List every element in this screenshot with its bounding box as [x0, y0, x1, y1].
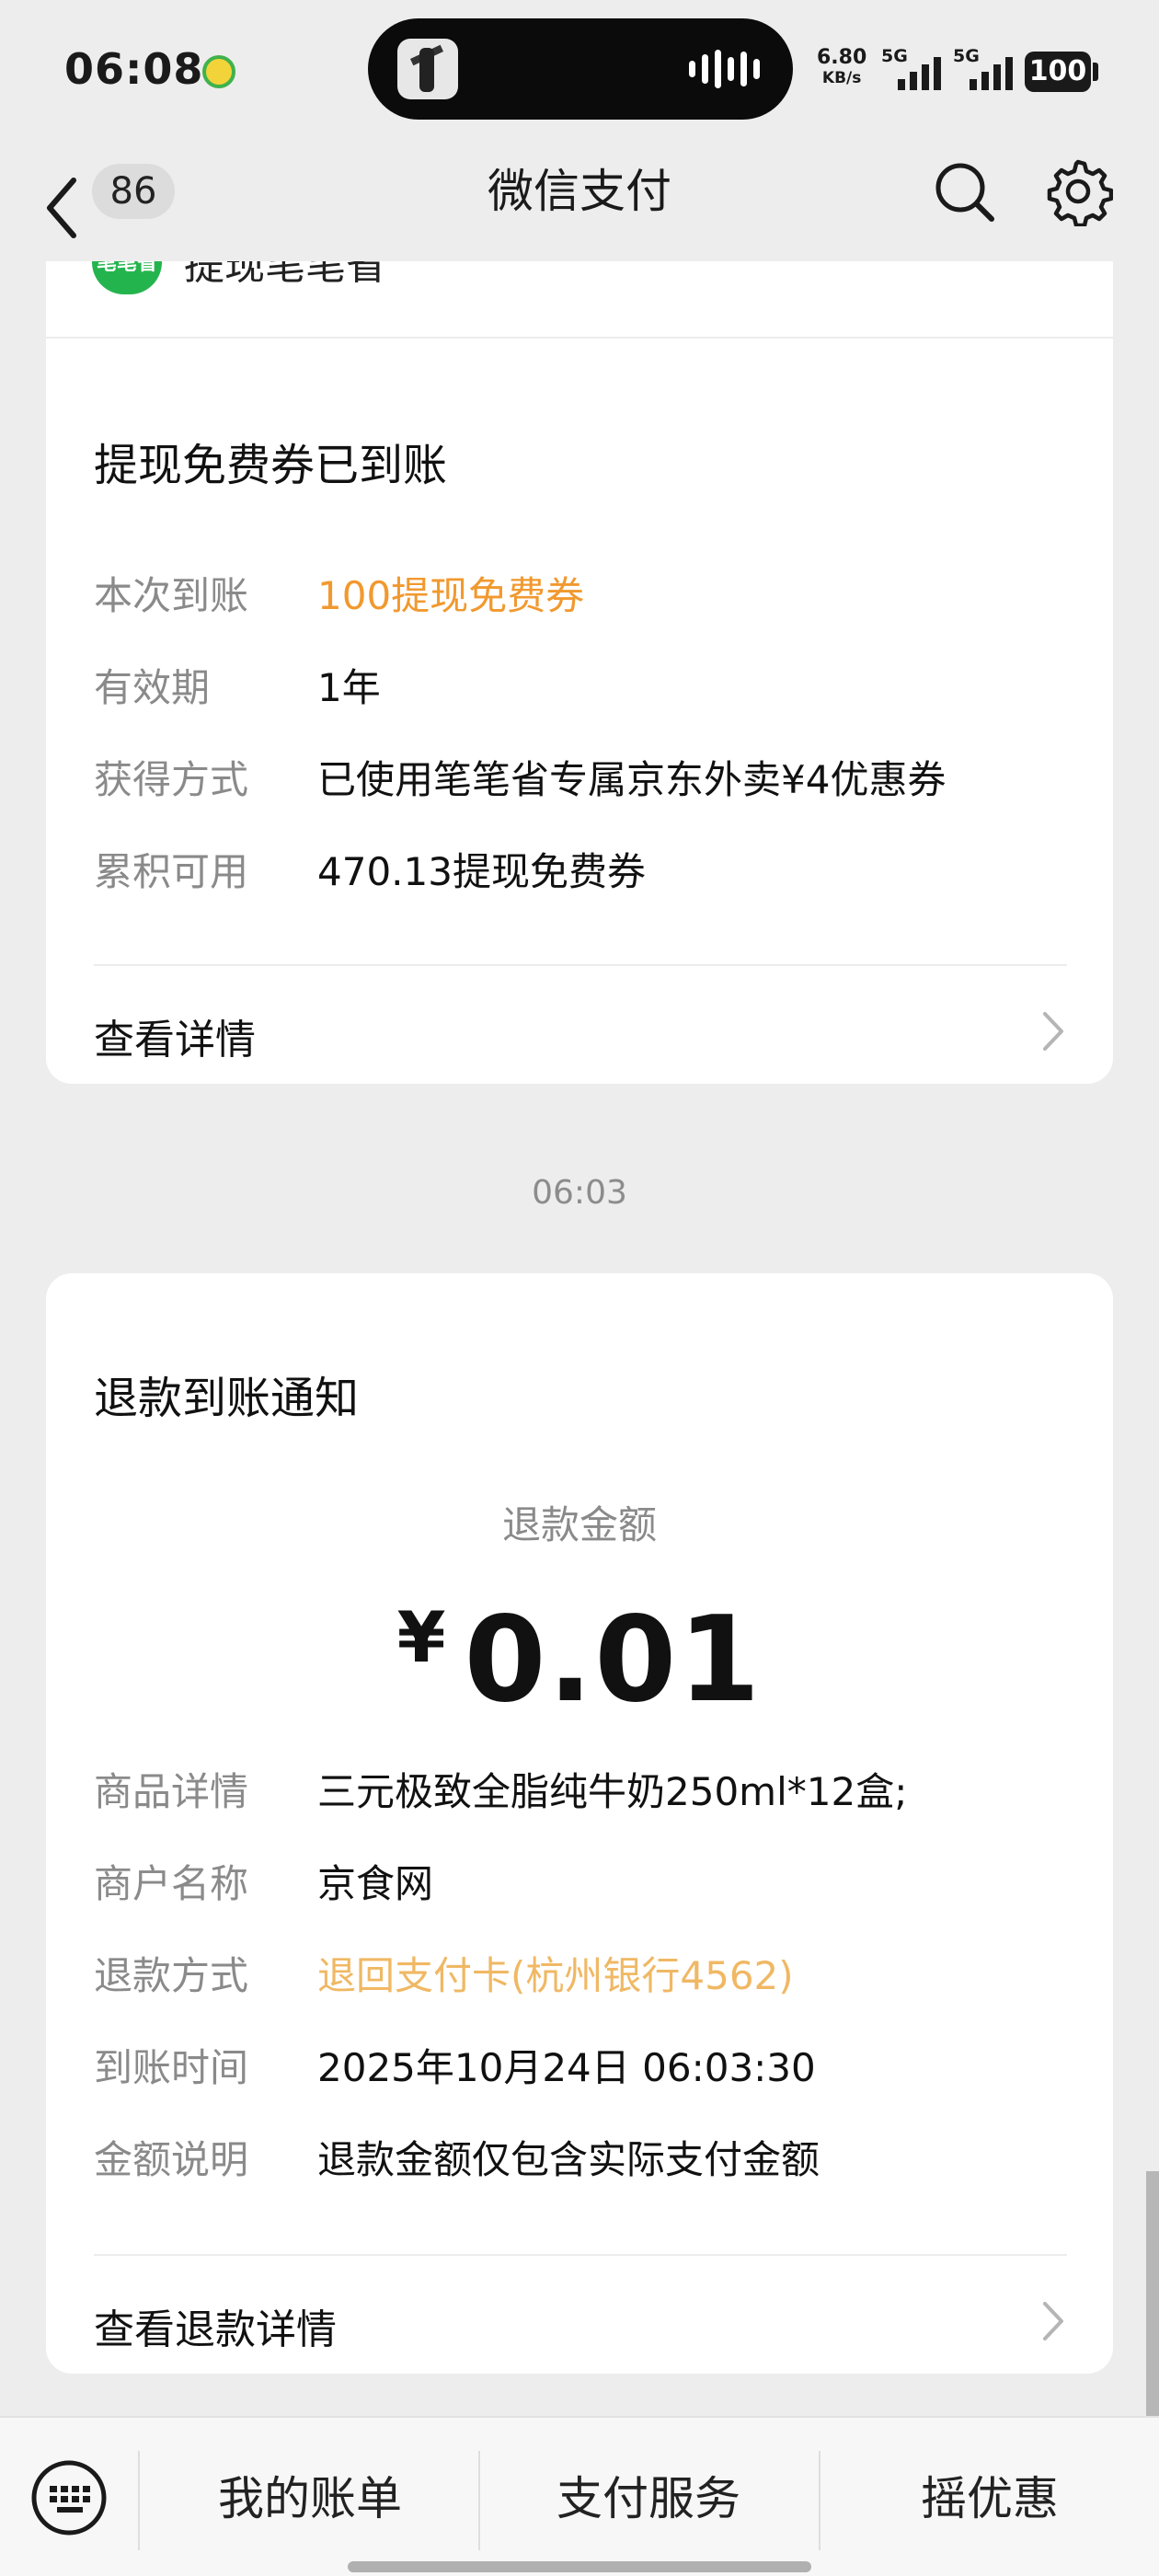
- row-value-product: 三元极致全脂纯牛奶250ml*12盒;: [317, 1769, 908, 1814]
- dynamic-island[interactable]: [368, 18, 793, 120]
- row-value-method: 已使用笔笔省专属京东外卖¥4优惠券: [317, 757, 947, 802]
- menu-my-bills[interactable]: 我的账单: [142, 2455, 478, 2543]
- battery-icon: [1093, 63, 1098, 81]
- row-value-merchant: 京食网: [317, 1861, 434, 1906]
- row-label-arrival-time: 到账时间: [94, 2045, 249, 2090]
- network-speed-value: 6.80: [817, 46, 867, 69]
- bottom-menu: 我的账单 支付服务 摇优惠: [0, 2416, 1159, 2576]
- keyboard-icon[interactable]: [29, 2458, 109, 2537]
- home-indicator[interactable]: [348, 2561, 811, 2572]
- header-divider: [46, 337, 1113, 339]
- currency-symbol: ¥: [396, 1596, 448, 1678]
- view-refund-details-label: 查看退款详情: [94, 2306, 337, 2353]
- message-timestamp: 06:03: [532, 1174, 627, 1212]
- row-label-amount-note: 金额说明: [94, 2137, 249, 2182]
- row-value-arrival-time: 2025年10月24日 06:03:30: [317, 2045, 816, 2090]
- album-cover-icon: [397, 39, 458, 99]
- row-value-refund-method: 退回支付卡(杭州银行4562): [317, 1953, 794, 1998]
- view-details-label: 查看详情: [94, 1017, 256, 1064]
- row-value-arrival: 100提现免费券: [317, 573, 585, 618]
- view-details-link[interactable]: 查看详情: [46, 973, 1113, 1084]
- signal-icon-sim1: 5G: [881, 46, 946, 92]
- chevron-right-icon: [1043, 1012, 1063, 1051]
- refund-card-title: 退款到账通知: [94, 1373, 360, 1424]
- card1-divider: [94, 964, 1067, 966]
- row-label-merchant: 商户名称: [94, 1861, 249, 1906]
- audio-wave-icon: [689, 50, 760, 88]
- menu-payment-services[interactable]: 支付服务: [480, 2455, 817, 2543]
- view-refund-details-link[interactable]: 查看退款详情: [46, 2263, 1113, 2374]
- row-value-accumulated: 470.13提现免费券: [317, 849, 646, 894]
- row-label-validity: 有效期: [94, 665, 211, 710]
- refund-amount: ¥0.01: [0, 1592, 1159, 1729]
- menu-shake-offers[interactable]: 摇优惠: [820, 2455, 1159, 2543]
- row-label-refund-method: 退款方式: [94, 1953, 249, 1998]
- network-speed: 6.80 KB/s: [817, 48, 866, 88]
- coupon-card-title: 提现免费券已到账: [94, 440, 448, 491]
- signal-icon-sim2: 5G: [953, 46, 1017, 92]
- scrollbar-thumb[interactable]: [1146, 2171, 1159, 2416]
- row-label-accumulated: 累积可用: [94, 849, 249, 894]
- row-label-product: 商品详情: [94, 1769, 249, 1814]
- row-label-arrival: 本次到账: [94, 573, 249, 618]
- row-value-validity: 1年: [317, 665, 381, 710]
- unread-count-badge[interactable]: 86: [92, 164, 175, 219]
- gear-icon[interactable]: [1043, 156, 1113, 226]
- withdraw-coupon-card: [46, 184, 1113, 1084]
- chevron-left-icon[interactable]: [40, 171, 86, 245]
- chevron-right-icon: [1043, 2302, 1063, 2340]
- search-icon[interactable]: [929, 156, 999, 226]
- card2-divider: [94, 2254, 1067, 2256]
- qq-music-icon: [202, 55, 235, 88]
- row-label-method: 获得方式: [94, 757, 249, 802]
- battery-level: 100: [1025, 52, 1091, 92]
- network-speed-unit: KB/s: [821, 69, 862, 87]
- menu-separator: [138, 2451, 140, 2550]
- refund-amount-label: 退款金额: [501, 1502, 657, 1547]
- refund-notice-card: [46, 1273, 1113, 2374]
- row-value-amount-note: 退款金额仅包含实际支付金额: [317, 2137, 820, 2182]
- status-bar: 06:08 6.80 KB/s 5G 5G 100: [0, 0, 1159, 147]
- refund-amount-value: 0.01: [464, 1592, 763, 1729]
- status-time: 06:08: [64, 44, 204, 94]
